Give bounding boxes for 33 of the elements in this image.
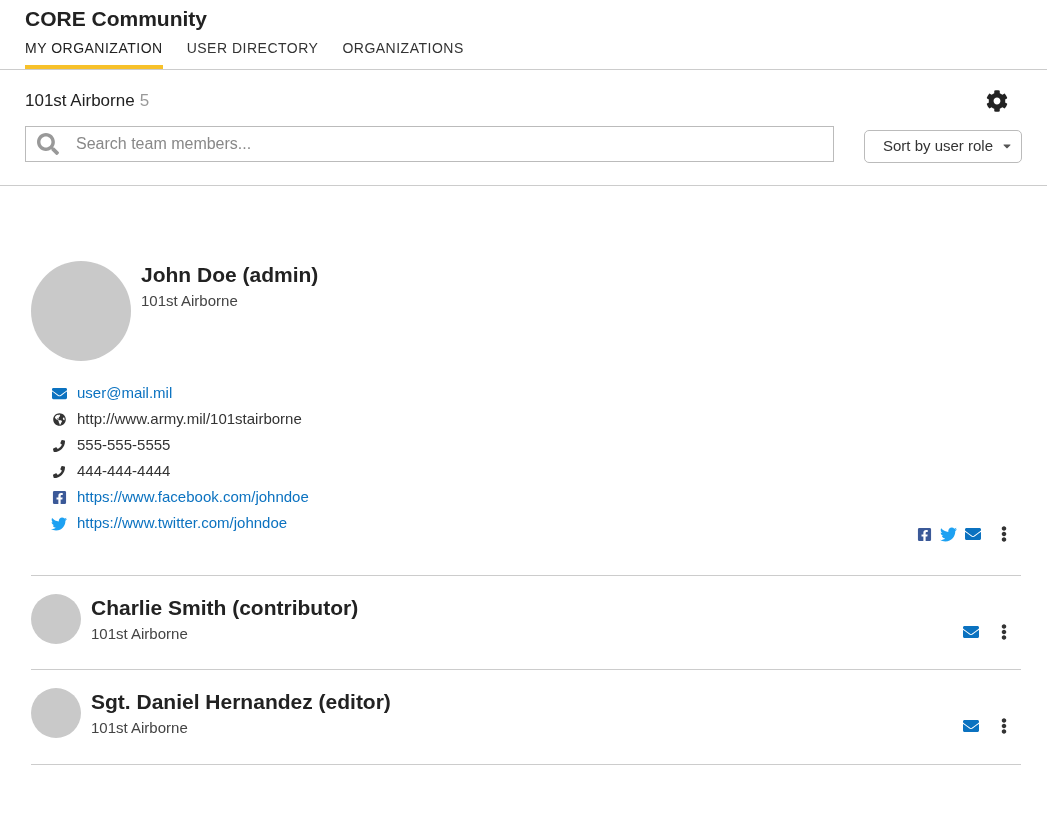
bird-icon (51, 515, 67, 532)
contact-link[interactable]: https://www.twitter.com/johndoe (77, 512, 288, 535)
search-icon (37, 133, 59, 155)
contact-link[interactable]: https://www.facebook.com/johndoe (77, 486, 309, 509)
contact-link[interactable]: user@mail.mil (77, 382, 173, 405)
tab[interactable]: USER DIRECTORY (186, 38, 319, 69)
member-organization: 101st Airborne (91, 623, 189, 644)
member-count: 5 (139, 90, 150, 112)
facebook-icon (51, 490, 67, 505)
member-name: John Doe (admin) (141, 261, 319, 288)
facebook-icon[interactable] (917, 526, 932, 542)
phone-icon (53, 439, 65, 452)
member-organization: 101st Airborne (141, 290, 239, 311)
bird-icon[interactable] (940, 525, 957, 543)
email-icon[interactable] (965, 526, 981, 542)
settings-icon[interactable] (986, 89, 1008, 112)
contact-text: 555-555-5555 (77, 435, 171, 456)
app-title: CORE Community (25, 6, 208, 32)
organization-name: 101st Airborne (25, 90, 135, 112)
globe-icon (52, 413, 66, 426)
envelope-icon (51, 386, 67, 401)
tab[interactable]: ORGANIZATIONS (342, 38, 464, 69)
member-name: Sgt. Daniel Hernandez (editor) (91, 689, 391, 715)
sort-dropdown[interactable]: Sort by user role (863, 129, 1022, 163)
member-name: Charlie Smith (contributor) (91, 594, 359, 621)
search-field[interactable]: Search team members... (25, 126, 834, 162)
member-organization: 101st Airborne (91, 718, 189, 738)
email-icon[interactable] (963, 718, 979, 734)
tab[interactable]: MY ORGANIZATION (25, 38, 163, 69)
email-icon[interactable] (963, 623, 979, 640)
contact-text: http://www.army.mil/101stairborne (77, 409, 302, 430)
phone-icon (53, 465, 65, 478)
contact-text: 444-444-4444 (77, 461, 171, 482)
